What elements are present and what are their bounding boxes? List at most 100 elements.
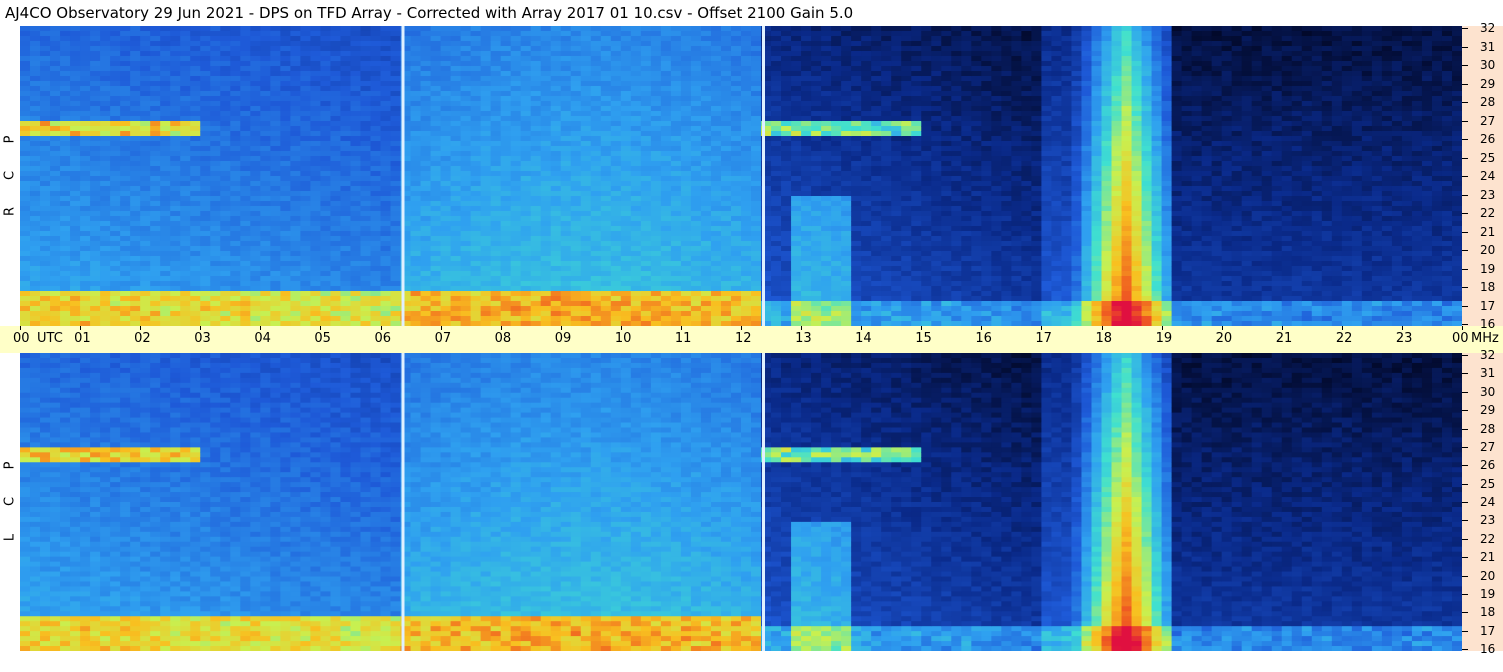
heatmap-cell xyxy=(190,231,201,237)
heatmap-cell xyxy=(520,51,532,57)
heatmap-cell xyxy=(741,221,752,227)
heatmap-cell xyxy=(30,261,41,267)
heatmap-cell xyxy=(560,101,572,107)
heatmap-cell xyxy=(720,121,732,127)
heatmap-cell xyxy=(600,286,612,292)
heatmap-cell xyxy=(500,201,512,207)
heatmap-cell xyxy=(260,41,271,47)
heatmap-cell xyxy=(180,81,191,87)
heatmap-cell xyxy=(560,246,572,252)
heatmap-cell xyxy=(180,276,191,282)
heatmap-cell xyxy=(520,166,532,172)
heatmap-cell xyxy=(500,236,512,242)
heatmap-cell xyxy=(280,111,291,117)
heatmap-cell xyxy=(90,166,101,172)
heatmap-cell xyxy=(670,191,682,197)
heatmap-cell xyxy=(550,206,562,212)
heatmap-cell xyxy=(220,236,231,242)
heatmap-cell xyxy=(720,136,732,142)
heatmap-cell xyxy=(350,291,361,297)
heatmap-cell xyxy=(811,131,822,137)
heatmap-cell xyxy=(811,46,822,52)
heatmap-cell xyxy=(140,126,151,132)
heatmap-cell xyxy=(720,76,732,82)
heatmap-cell xyxy=(670,186,682,192)
heatmap-cell xyxy=(620,306,632,312)
heatmap-cell xyxy=(801,226,812,232)
heatmap-cell xyxy=(360,306,371,312)
heatmap-cell xyxy=(530,71,542,77)
heatmap-cell xyxy=(250,261,261,267)
heatmap-cell xyxy=(580,66,592,72)
heatmap-cell xyxy=(660,156,672,162)
heatmap-cell xyxy=(440,146,452,152)
heatmap-cell xyxy=(290,181,301,187)
heatmap-cell xyxy=(680,196,692,202)
heatmap-cell xyxy=(600,236,612,242)
heatmap-cell xyxy=(40,216,51,222)
heatmap-cell xyxy=(220,211,231,217)
heatmap-cell xyxy=(370,256,381,262)
heatmap-cell xyxy=(530,251,542,257)
heatmap-cell xyxy=(440,126,452,132)
heatmap-cell xyxy=(70,246,81,252)
heatmap-cell xyxy=(430,46,442,52)
heatmap-cell xyxy=(230,76,241,82)
heatmap-cell xyxy=(670,66,682,72)
heatmap-cell xyxy=(741,276,752,282)
heatmap-cell xyxy=(140,256,151,262)
heatmap-cell xyxy=(600,156,612,162)
heatmap-cell xyxy=(470,286,482,292)
heatmap-cell xyxy=(260,126,271,132)
heatmap-cell xyxy=(250,191,261,197)
heatmap-cell xyxy=(30,126,41,132)
heatmap-cell xyxy=(40,36,51,42)
heatmap-cell xyxy=(650,271,662,277)
heatmap-cell xyxy=(751,36,762,42)
heatmap-cell xyxy=(240,251,251,257)
heatmap-cell xyxy=(180,311,191,317)
heatmap-cell xyxy=(170,231,181,237)
heatmap-cell xyxy=(650,261,662,267)
heatmap-cell xyxy=(260,151,271,157)
heatmap-cell xyxy=(741,151,752,157)
heatmap-cell xyxy=(500,286,512,292)
heatmap-cell xyxy=(330,86,341,92)
heatmap-cell xyxy=(20,246,31,252)
heatmap-cell xyxy=(70,251,81,257)
heatmap-cell xyxy=(600,111,612,117)
heatmap-cell xyxy=(340,81,351,87)
heatmap-cell xyxy=(630,196,642,202)
heatmap-cell xyxy=(720,211,732,217)
heatmap-cell xyxy=(380,81,392,87)
heatmap-cell xyxy=(200,141,211,147)
heatmap-cell xyxy=(310,256,321,262)
heatmap-cell xyxy=(220,301,231,307)
heatmap-cell xyxy=(530,271,542,277)
heatmap-cell xyxy=(510,211,522,217)
heatmap-cell xyxy=(700,141,712,147)
heatmap-cell xyxy=(90,96,101,102)
heatmap-cell xyxy=(170,301,181,307)
heatmap-cell xyxy=(811,101,822,107)
heatmap-cell xyxy=(640,56,652,62)
heatmap-cell xyxy=(580,106,592,112)
heatmap-cell xyxy=(751,71,762,77)
heatmap-cell xyxy=(100,291,111,297)
heatmap-cell xyxy=(20,121,31,127)
heatmap-cell xyxy=(540,111,552,117)
heatmap-cell xyxy=(160,106,171,112)
heatmap-cell xyxy=(520,156,532,162)
heatmap-cell xyxy=(540,66,552,72)
heatmap-cell xyxy=(670,96,682,102)
heatmap-cell xyxy=(801,126,812,132)
heatmap-cell xyxy=(460,286,472,292)
heatmap-cell xyxy=(540,156,552,162)
heatmap-cell xyxy=(230,116,241,122)
heatmap-cell xyxy=(320,271,331,277)
heatmap-cell xyxy=(410,311,422,317)
heatmap-cell xyxy=(530,181,542,187)
heatmap-cell xyxy=(130,171,141,177)
heatmap-cell xyxy=(260,96,271,102)
heatmap-cell xyxy=(260,286,271,292)
